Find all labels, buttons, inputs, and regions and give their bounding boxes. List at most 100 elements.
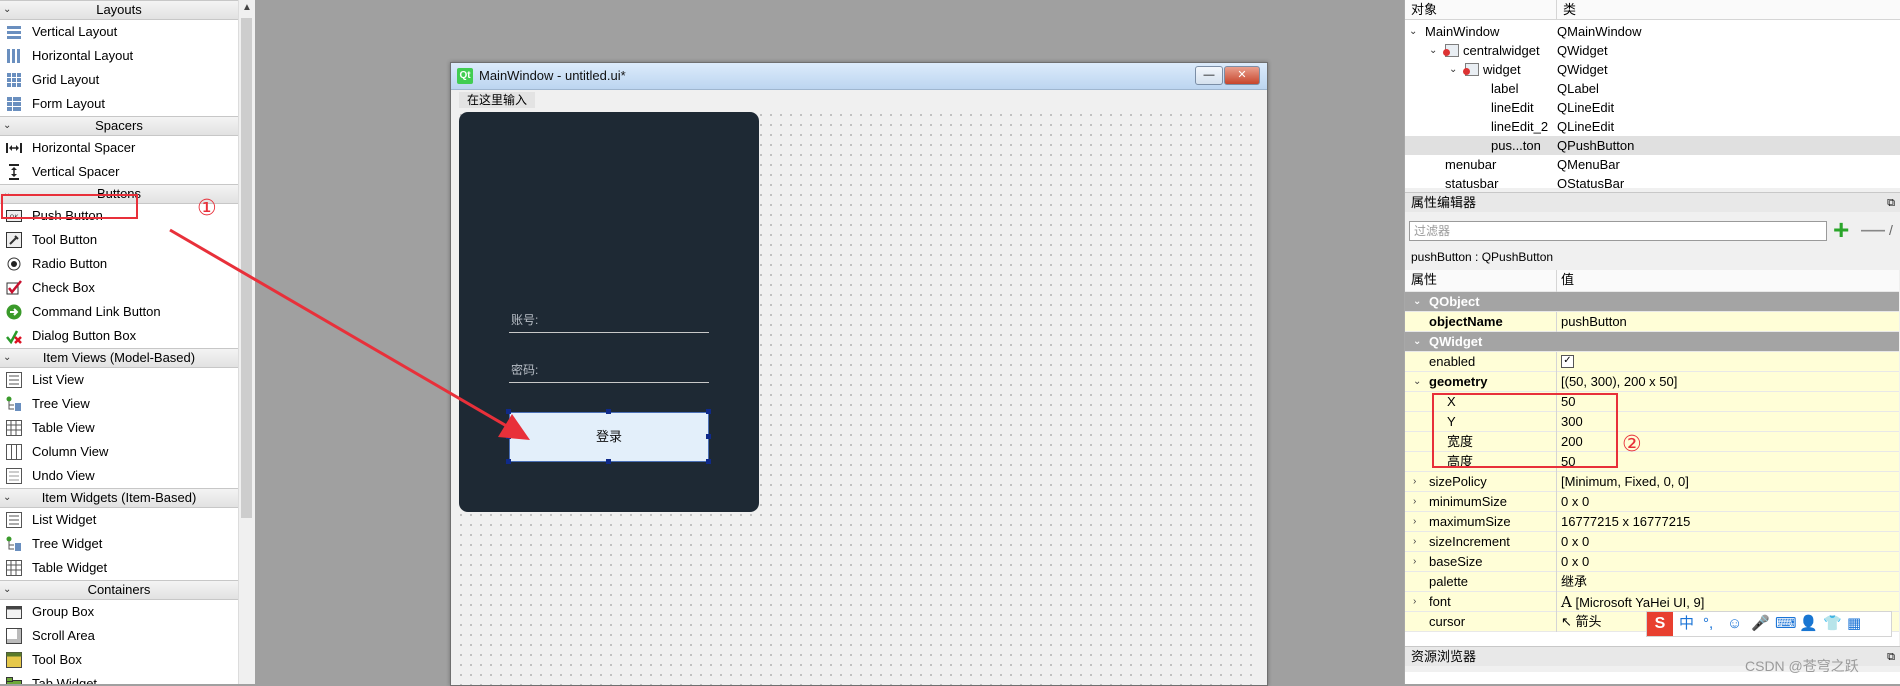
property-value: 箭头 (1575, 614, 1602, 629)
chevron-down-icon[interactable]: ⌄ (1429, 41, 1437, 60)
object-name: menubar (1445, 157, 1497, 172)
tree-row[interactable]: ⌄ MainWindow QMainWindow (1405, 22, 1900, 41)
arrow-shaft (169, 228, 511, 430)
object-class: QWidget (1557, 62, 1608, 77)
object-name: lineEdit (1491, 100, 1534, 115)
column-header-class[interactable]: 类 (1557, 0, 1900, 20)
object-class: QStatusBar (1557, 176, 1625, 188)
selected-object-class: pushButton : QPushButton (1411, 250, 1554, 264)
chevron-down-icon[interactable]: ⌄ (1409, 22, 1417, 41)
font-glyph-icon: A (1561, 593, 1572, 611)
tree-row[interactable]: statusbar QStatusBar (1405, 174, 1900, 188)
section-label: QObject (1429, 294, 1480, 309)
chevron-down-icon[interactable]: ⌄ (1449, 60, 1457, 79)
property-value[interactable]: 0 x 0 (1561, 552, 1589, 572)
property-name: objectName (1405, 312, 1557, 332)
tree-row[interactable]: ⌄ widget QWidget (1405, 60, 1900, 79)
enabled-checkbox-wrap[interactable]: ✓ (1561, 352, 1574, 372)
configure-icon[interactable]: / (1889, 222, 1900, 238)
object-class: QWidget (1557, 43, 1608, 58)
property-row-maximumsize[interactable]: › maximumSize 16777215 x 16777215 (1405, 512, 1899, 532)
property-value[interactable]: 0 x 0 (1561, 492, 1589, 512)
ime-toolbar[interactable]: S 中 °, ☺ 🎤 ⌨ 👤 👕 ▦ (1646, 611, 1892, 637)
property-value: [Microsoft YaHei UI, 9] (1575, 595, 1705, 610)
ime-toolbox-icon[interactable]: ▦ (1847, 614, 1861, 634)
tree-row[interactable]: ⌄ centralwidget QWidget (1405, 41, 1900, 60)
ime-punctuation-icon[interactable]: °, (1703, 614, 1713, 634)
float-dock-icon[interactable]: ⧉ (1887, 647, 1895, 667)
property-row-sizeincrement[interactable]: › sizeIncrement 0 x 0 (1405, 532, 1899, 552)
section-qobject[interactable]: ⌄ QObject (1405, 292, 1899, 312)
sogou-logo-icon[interactable]: S (1647, 612, 1673, 636)
remove-dynamic-property-icon[interactable]: — (1861, 218, 1885, 243)
object-name: widget (1483, 62, 1521, 77)
object-class: QLabel (1557, 81, 1599, 96)
ime-emoji-icon[interactable]: ☺ (1727, 614, 1742, 634)
column-header-object[interactable]: 对象 (1405, 0, 1557, 20)
property-value[interactable]: [(50, 300), 200 x 50] (1561, 372, 1677, 392)
property-value[interactable]: 16777215 x 16777215 (1561, 512, 1690, 532)
ime-keyboard-icon[interactable]: ⌨ (1775, 614, 1797, 634)
property-name: sizeIncrement (1405, 532, 1557, 552)
property-name: minimumSize (1405, 492, 1557, 512)
object-name: label (1491, 81, 1519, 96)
enabled-checkbox[interactable]: ✓ (1561, 355, 1574, 369)
object-name: lineEdit_2 (1491, 119, 1549, 134)
property-value[interactable]: 继承 (1561, 572, 1587, 592)
add-dynamic-property-icon[interactable]: + (1833, 216, 1857, 244)
property-row-sizepolicy[interactable]: › sizePolicy [Minimum, Fixed, 0, 0] (1405, 472, 1899, 492)
object-name: statusbar (1445, 176, 1499, 188)
object-class: QPushButton (1557, 138, 1635, 153)
property-value[interactable]: pushButton (1561, 312, 1627, 332)
tree-row[interactable]: menubar QMenuBar (1405, 155, 1900, 174)
step-2-marker: ② (1622, 432, 1642, 457)
property-value[interactable]: 0 x 0 (1561, 532, 1589, 552)
tree-row[interactable]: lineEdit_2 QLineEdit (1405, 117, 1900, 136)
property-name: sizePolicy (1405, 472, 1557, 492)
tree-row-selected[interactable]: pus...ton QPushButton (1405, 136, 1900, 155)
font-value-cell[interactable]: A [Microsoft YaHei UI, 9] (1561, 592, 1704, 612)
arrow-head (498, 414, 530, 440)
widget-icon (1443, 44, 1459, 57)
property-row-enabled[interactable]: enabled ✓ (1405, 352, 1899, 372)
object-inspector[interactable]: 对象 类 ⌄ MainWindow QMainWindow ⌄ centralw… (1405, 0, 1900, 188)
property-name: geometry (1405, 372, 1557, 392)
object-class: QMenuBar (1557, 157, 1620, 172)
object-class: QLineEdit (1557, 119, 1615, 134)
ime-voice-icon[interactable]: 🎤 (1751, 614, 1770, 634)
section-label: QWidget (1429, 334, 1483, 349)
property-name: cursor (1405, 612, 1557, 632)
object-name: MainWindow (1425, 24, 1500, 39)
property-name: palette (1405, 572, 1557, 592)
float-dock-icon[interactable]: ⧉ (1887, 193, 1895, 213)
right-dock-panel: 对象 类 ⌄ MainWindow QMainWindow ⌄ centralw… (1404, 0, 1900, 684)
property-filter-input[interactable]: 过滤器 (1409, 221, 1827, 241)
arrow-cursor-icon: ↖ (1561, 614, 1572, 629)
ime-skin-icon[interactable]: 👕 (1823, 614, 1842, 634)
tree-row[interactable]: lineEdit QLineEdit (1405, 98, 1900, 117)
property-name: baseSize (1405, 552, 1557, 572)
tree-row[interactable]: label QLabel (1405, 79, 1900, 98)
property-table-header: 属性 值 (1405, 270, 1899, 292)
column-header-property[interactable]: 属性 (1405, 270, 1557, 292)
property-value[interactable]: [Minimum, Fixed, 0, 0] (1561, 472, 1689, 492)
cursor-value-cell[interactable]: ↖ 箭头 (1561, 612, 1602, 632)
property-row-minimumsize[interactable]: › minimumSize 0 x 0 (1405, 492, 1899, 512)
property-row-palette[interactable]: palette 继承 (1405, 572, 1899, 592)
object-class: QLineEdit (1557, 100, 1615, 115)
property-row-basesize[interactable]: › baseSize 0 x 0 (1405, 552, 1899, 572)
property-row-geometry[interactable]: ⌄ geometry [(50, 300), 200 x 50] (1405, 372, 1899, 392)
property-row-font[interactable]: › font A [Microsoft YaHei UI, 9] (1405, 592, 1899, 612)
section-qwidget[interactable]: ⌄ QWidget (1405, 332, 1899, 352)
object-name: pus...ton (1491, 138, 1541, 153)
ime-user-icon[interactable]: 👤 (1799, 614, 1818, 634)
object-class: QMainWindow (1557, 24, 1642, 39)
property-editor-titlebar[interactable]: 属性编辑器 ⧉ (1405, 192, 1900, 212)
column-header-value[interactable]: 值 (1561, 270, 1574, 290)
resource-browser-title: 资源浏览器 (1411, 649, 1477, 664)
property-row-objectname[interactable]: objectName pushButton (1405, 312, 1899, 332)
property-name: enabled (1405, 352, 1557, 372)
csdn-watermark: CSDN @苍穹之跃 (1745, 658, 1859, 674)
property-name: font (1405, 592, 1557, 612)
ime-chinese-mode-icon[interactable]: 中 (1679, 614, 1694, 634)
